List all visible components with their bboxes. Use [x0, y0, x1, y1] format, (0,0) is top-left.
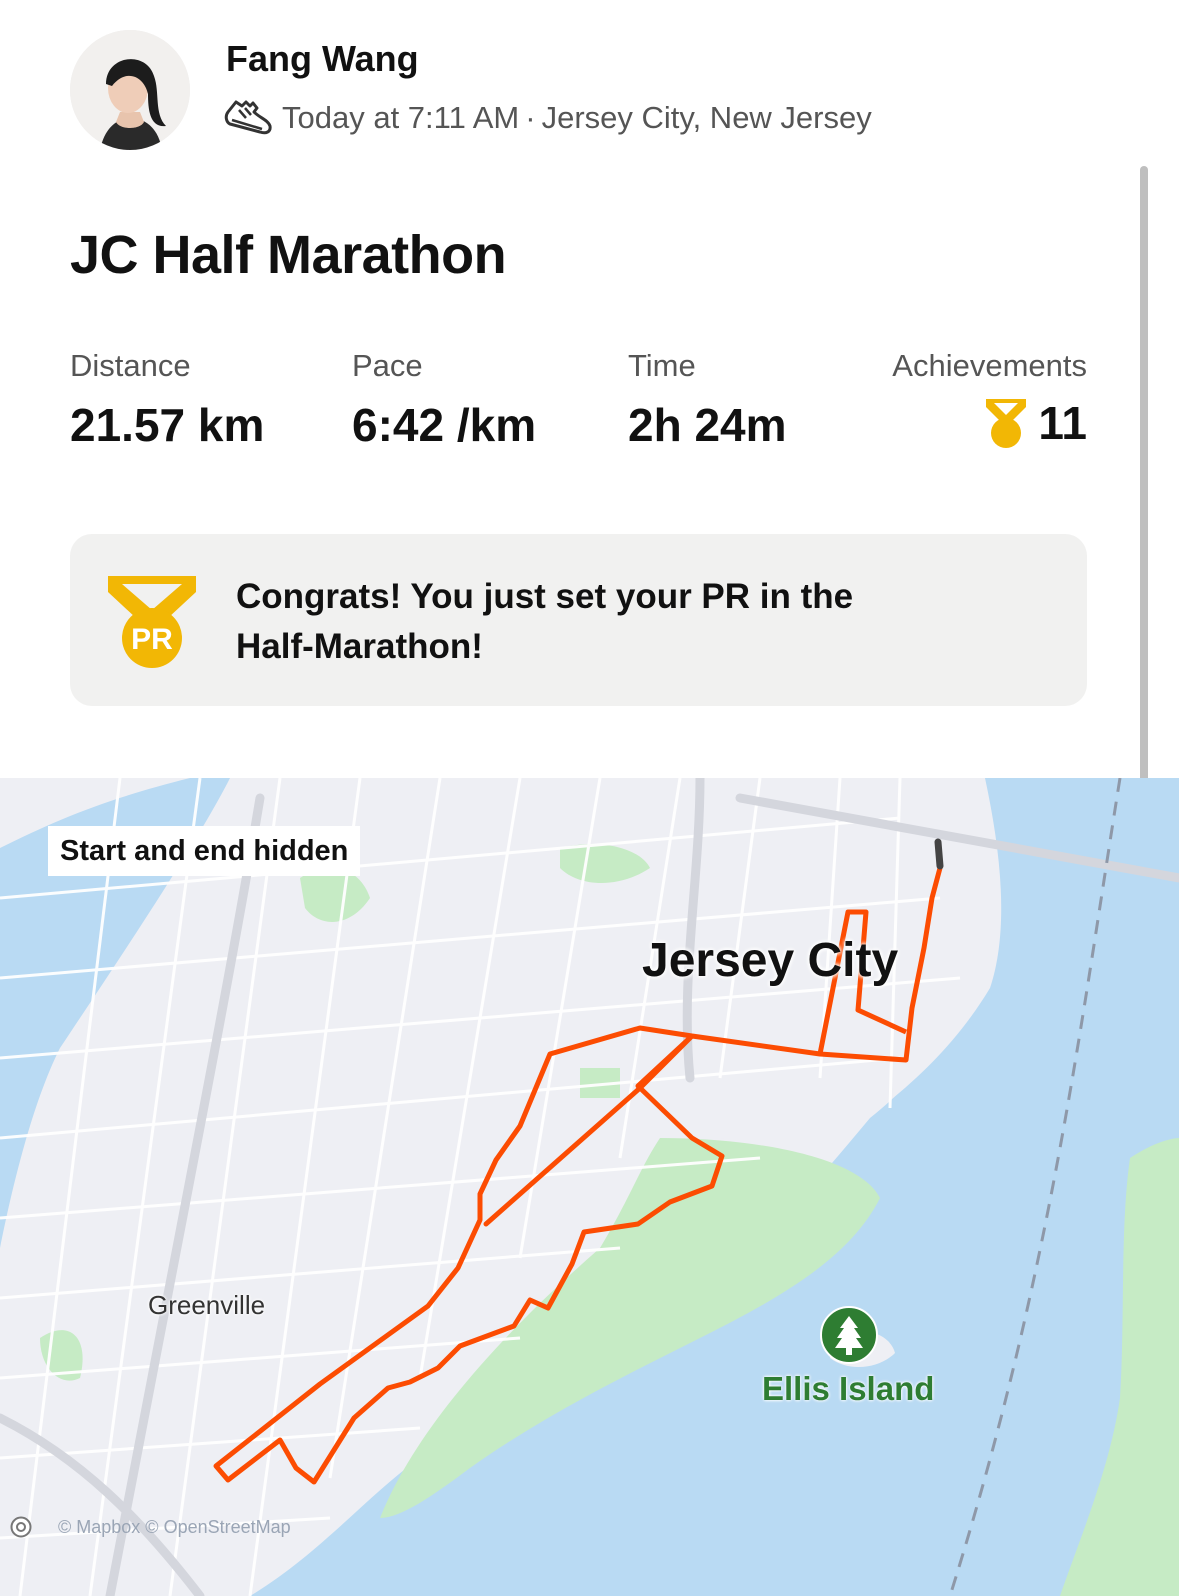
stat-label: Achievements — [892, 348, 1087, 383]
privacy-badge: Start and end hidden — [48, 826, 361, 876]
park-tree-icon — [820, 1306, 878, 1364]
map-label-landmark: Ellis Island — [762, 1370, 935, 1407]
map-label-city: Jersey City — [642, 934, 899, 987]
activity-location: Jersey City, New Jersey — [541, 100, 872, 135]
activity-meta: Today at 7:11 AM · Jersey City, New Jers… — [224, 96, 872, 140]
stat-label: Distance — [70, 348, 191, 383]
meta-separator: · — [525, 100, 536, 135]
athlete-name[interactable]: Fang Wang — [226, 38, 419, 80]
pr-message-line1: Congrats! You just set your PR in the — [236, 577, 854, 616]
stat-label: Time — [628, 348, 696, 383]
attribution-text: © Mapbox © OpenStreetMap — [58, 1516, 291, 1537]
achievements-value[interactable]: 11 — [892, 396, 1087, 450]
medal-icon — [982, 397, 1030, 449]
stat-label: Pace — [352, 348, 423, 383]
athlete-avatar[interactable] — [70, 30, 190, 150]
stat-value: 21.57 km — [70, 399, 265, 451]
stat-time: Time 2h 24m — [628, 348, 787, 452]
running-shoe-icon — [224, 96, 274, 140]
map-label-neighborhood: Greenville — [148, 1290, 266, 1320]
pr-medal-icon: PR — [106, 572, 198, 672]
pr-message-line2: Half-Marathon! — [236, 627, 483, 666]
stat-achievements[interactable]: Achievements 11 — [892, 348, 1087, 450]
stat-value: 6:42 /km — [352, 399, 537, 451]
map-attribution[interactable]: © Mapbox © OpenStreetMap — [10, 1516, 291, 1538]
pr-banner[interactable]: PR Congrats! You just set your PR in the… — [70, 534, 1087, 706]
activity-title[interactable]: JC Half Marathon — [70, 224, 507, 286]
activity-header: Fang Wang Today at 7:11 AM · Jersey City… — [0, 0, 1179, 160]
mapbox-logo-icon[interactable] — [10, 1516, 32, 1538]
map-canvas — [0, 778, 1179, 1596]
pr-message: Congrats! You just set your PR in the Ha… — [236, 572, 996, 672]
achievements-count: 11 — [1038, 397, 1087, 449]
stat-pace: Pace 6:42 /km — [352, 348, 536, 452]
stat-distance: Distance 21.57 km — [70, 348, 264, 452]
route-map[interactable]: Start and end hidden Jersey City Greenvi… — [0, 778, 1179, 1596]
activity-timestamp: Today at 7:11 AM — [282, 100, 520, 135]
svg-text:PR: PR — [131, 623, 173, 656]
stat-value: 2h 24m — [628, 399, 787, 451]
